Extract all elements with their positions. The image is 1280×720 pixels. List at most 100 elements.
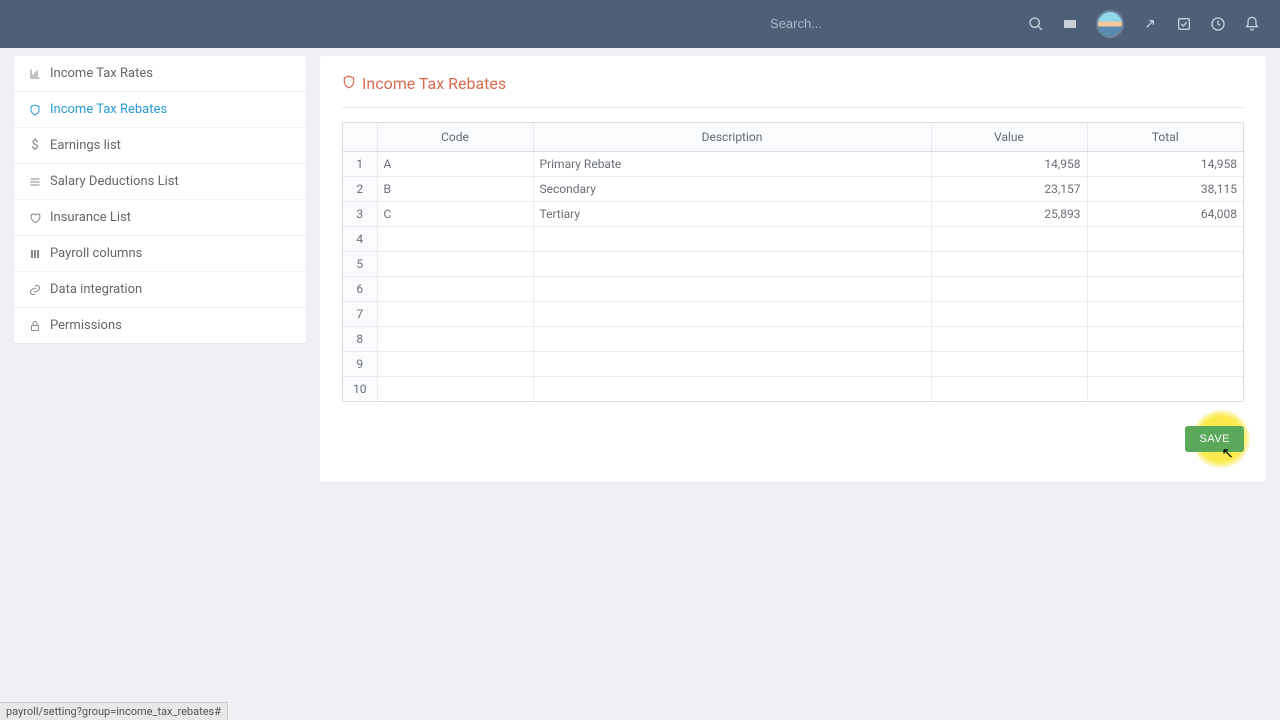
table-row[interactable]: 1APrimary Rebate14,95814,958 [343, 152, 1243, 177]
cell-description[interactable] [533, 277, 931, 302]
table-row[interactable]: 2BSecondary23,15738,115 [343, 177, 1243, 202]
cell-code[interactable]: C [377, 202, 533, 227]
sidebar-item-label: Income Tax Rebates [50, 102, 167, 117]
cell-value[interactable] [931, 252, 1087, 277]
cell-description[interactable] [533, 252, 931, 277]
cell-rownum: 2 [343, 177, 377, 202]
cell-description[interactable] [533, 327, 931, 352]
dollar-icon: $ [28, 138, 42, 153]
clock-icon[interactable] [1210, 16, 1226, 32]
table-row[interactable]: 10 [343, 377, 1243, 402]
cell-total[interactable]: 38,115 [1087, 177, 1243, 202]
cell-code[interactable] [377, 252, 533, 277]
sidebar-item-label: Data integration [50, 282, 142, 297]
cell-description[interactable] [533, 352, 931, 377]
cell-total[interactable] [1087, 302, 1243, 327]
cell-rownum: 10 [343, 377, 377, 402]
table-row[interactable]: 5 [343, 252, 1243, 277]
columns-icon [28, 248, 42, 260]
table-row[interactable]: 8 [343, 327, 1243, 352]
page-title: Income Tax Rebates [342, 74, 1244, 108]
cell-description[interactable] [533, 302, 931, 327]
cell-code[interactable] [377, 327, 533, 352]
sidebar-item-insurance-list[interactable]: Insurance List [14, 200, 306, 236]
cell-code[interactable] [377, 227, 533, 252]
cell-description[interactable]: Primary Rebate [533, 152, 931, 177]
sidebar-item-salary-deductions[interactable]: Salary Deductions List [14, 164, 306, 200]
share-icon[interactable] [1142, 16, 1158, 32]
cell-code[interactable] [377, 352, 533, 377]
table-row[interactable]: 3CTertiary25,89364,008 [343, 202, 1243, 227]
col-header-value: Value [931, 123, 1087, 152]
heart-icon [28, 212, 42, 224]
cell-rownum: 9 [343, 352, 377, 377]
cell-total[interactable] [1087, 277, 1243, 302]
cell-total[interactable]: 14,958 [1087, 152, 1243, 177]
col-header-total: Total [1087, 123, 1243, 152]
cell-total[interactable] [1087, 352, 1243, 377]
cell-value[interactable]: 25,893 [931, 202, 1087, 227]
cell-value[interactable]: 14,958 [931, 152, 1087, 177]
card-icon[interactable] [1062, 16, 1078, 32]
sidebar-item-label: Income Tax Rates [50, 66, 153, 81]
sidebar-item-data-integration[interactable]: Data integration [14, 272, 306, 308]
cell-total[interactable] [1087, 227, 1243, 252]
search-wrap [770, 16, 970, 32]
link-icon [28, 284, 42, 296]
sidebar-item-permissions[interactable]: Permissions [14, 308, 306, 343]
cell-code[interactable] [377, 277, 533, 302]
sidebar-item-earnings-list[interactable]: $ Earnings list [14, 128, 306, 164]
search-icon[interactable] [1028, 16, 1044, 32]
save-button[interactable]: SAVE [1185, 426, 1244, 452]
table-row[interactable]: 6 [343, 277, 1243, 302]
sidebar-item-label: Permissions [50, 318, 122, 333]
cell-description[interactable] [533, 377, 931, 402]
cell-value[interactable] [931, 227, 1087, 252]
page-title-text: Income Tax Rebates [362, 74, 506, 93]
cell-description[interactable] [533, 227, 931, 252]
cell-code[interactable] [377, 302, 533, 327]
lock-icon [28, 320, 42, 332]
sidebar: Income Tax Rates Income Tax Rebates $ Ea… [14, 56, 306, 343]
cell-description[interactable]: Secondary [533, 177, 931, 202]
cell-value[interactable] [931, 302, 1087, 327]
cell-value[interactable] [931, 352, 1087, 377]
sidebar-item-income-tax-rates[interactable]: Income Tax Rates [14, 56, 306, 92]
cell-rownum: 3 [343, 202, 377, 227]
cell-code[interactable]: B [377, 177, 533, 202]
cell-description[interactable]: Tertiary [533, 202, 931, 227]
table-row[interactable]: 4 [343, 227, 1243, 252]
chart-icon [28, 68, 42, 80]
cell-total[interactable] [1087, 327, 1243, 352]
cell-total[interactable]: 64,008 [1087, 202, 1243, 227]
cell-value[interactable] [931, 277, 1087, 302]
col-header-description: Description [533, 123, 931, 152]
cell-rownum: 5 [343, 252, 377, 277]
cell-rownum: 7 [343, 302, 377, 327]
cell-code[interactable] [377, 377, 533, 402]
sidebar-item-payroll-columns[interactable]: Payroll columns [14, 236, 306, 272]
search-input[interactable] [770, 16, 970, 31]
cell-value[interactable]: 23,157 [931, 177, 1087, 202]
cell-value[interactable] [931, 377, 1087, 402]
avatar[interactable] [1096, 10, 1124, 38]
check-icon[interactable] [1176, 16, 1192, 32]
shield-icon [28, 104, 42, 116]
cell-total[interactable] [1087, 377, 1243, 402]
table-row[interactable]: 9 [343, 352, 1243, 377]
col-header-row [343, 123, 377, 152]
cell-value[interactable] [931, 327, 1087, 352]
sidebar-item-label: Salary Deductions List [50, 174, 179, 189]
bell-icon[interactable] [1244, 16, 1260, 32]
button-row: SAVE ↖ [342, 426, 1244, 452]
sidebar-item-label: Payroll columns [50, 246, 142, 261]
sidebar-item-income-tax-rebates[interactable]: Income Tax Rebates [14, 92, 306, 128]
sidebar-item-label: Insurance List [50, 210, 131, 225]
cell-code[interactable]: A [377, 152, 533, 177]
sidebar-item-label: Earnings list [50, 138, 121, 153]
table-row[interactable]: 7 [343, 302, 1243, 327]
cell-total[interactable] [1087, 252, 1243, 277]
status-bar: payroll/setting?group=income_tax_rebates… [0, 702, 228, 720]
cell-rownum: 6 [343, 277, 377, 302]
rebates-grid[interactable]: Code Description Value Total 1APrimary R… [342, 122, 1244, 402]
